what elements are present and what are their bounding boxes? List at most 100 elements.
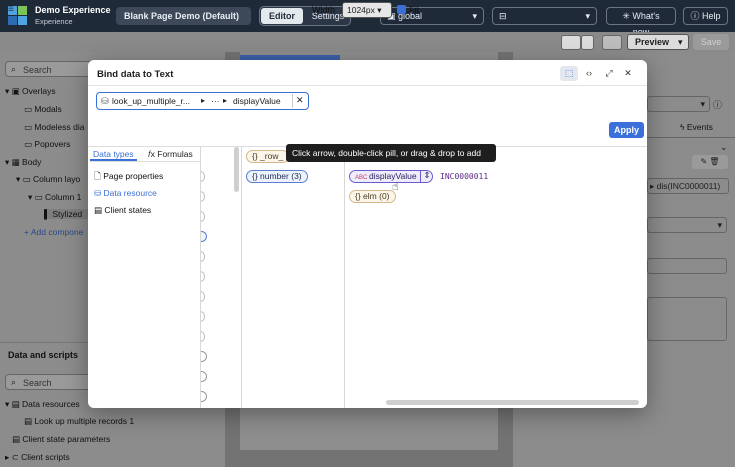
field-pill[interactable] [201,291,205,302]
field-pill[interactable] [201,391,207,402]
tree-item-body[interactable]: ▾ ▦ Body [5,157,41,168]
tree-item-popovers[interactable]: ▭ Popovers [24,139,70,150]
number-pill[interactable]: {} number (3) [246,170,308,183]
chevron-down-icon: ▾ [717,220,722,230]
pick-mode-icon[interactable]: ⬚ [560,66,578,81]
sparkle-icon: ✳ [622,11,633,21]
right-select-2[interactable]: ▾ [647,217,727,233]
clipped-field-column [201,147,233,408]
preview-label: Preview [635,37,670,47]
category-data-resource[interactable]: ⛁ Data resource [94,188,157,199]
tab-editor[interactable]: Editor [261,8,303,24]
delete-icon[interactable]: 🗑 [709,157,719,166]
tree-item-client-scripts[interactable]: ▸ ⊂ Client scripts [5,452,70,463]
chevron-right-icon: ▸ [201,96,206,105]
field-pill[interactable] [201,371,207,382]
right-textarea[interactable] [647,297,727,341]
display-value-pill[interactable]: ABC displayValue ⇕ [349,170,433,183]
app-subtitle: Experience [35,17,73,26]
field-pill[interactable] [201,171,205,182]
mode-switch: Editor Settings [259,6,351,26]
binding-field-pill[interactable]: displayValue [233,96,281,106]
expand-icon[interactable]: ⤢ [600,66,618,81]
tree-item-lookup[interactable]: ▤ Look up multiple records 1 [24,416,134,427]
tab-formulas[interactable]: 𝑓x Formulas [145,147,196,161]
elm-pill[interactable]: {} elm (0) [349,190,396,203]
context-select[interactable]: ⊟ ▾ [492,7,597,25]
binding-resource-pill[interactable]: look_up_multiple_r... [112,96,190,106]
help-label: Help [702,11,721,21]
menu-icon[interactable]: ≡ [8,4,14,15]
fit-checkbox[interactable] [397,5,406,14]
formula-icon: 𝑓x [148,149,158,159]
chevron-down-icon: ▾ [472,11,477,21]
tab-events[interactable]: ϟ Events [680,122,713,132]
row-pill[interactable]: {} _row_ [246,150,290,163]
object-icon: {} [252,151,261,161]
scope-select[interactable]: ▣ global ▾ [380,7,484,25]
category-client-states[interactable]: ▤ Client states [94,205,151,216]
help-button[interactable]: ⓘ Help [683,7,728,25]
field-pill[interactable] [201,331,205,342]
chevron-down-icon[interactable] [581,35,594,50]
tree-item-modals[interactable]: ▭ Modals [24,104,62,115]
tree-item-column-layout[interactable]: ▾ ▭ Column layo [16,174,80,185]
right-input[interactable] [647,258,727,274]
redo-icon[interactable] [602,35,622,50]
horizontal-scrollbar[interactable] [386,400,639,405]
chevron-down-icon: ▾ [700,99,705,109]
modal-header-actions: ⬚ ‹› ⤢ ✕ [560,66,640,82]
clear-icon[interactable]: ✕ [296,95,304,106]
tree-item-modeless[interactable]: ▭ Modeless dia [24,122,85,133]
field-pill[interactable] [201,251,205,262]
add-component-link[interactable]: + Add compone [24,227,83,237]
tree-item-stylized[interactable]: ▌ Stylized [44,209,92,219]
category-page-properties[interactable]: 🗋 Page properties [94,171,163,185]
chevron-down-icon[interactable]: ⌄ [720,142,728,153]
field-pill[interactable] [201,211,205,222]
tooltip: Click arrow, double-click pill, or drag … [286,144,496,162]
code-icon[interactable]: ‹› [580,66,598,81]
divider [88,85,647,86]
page-select[interactable]: Blank Page Demo (Default) ▾ [116,7,251,39]
divider [241,147,242,408]
tree-item-client-state[interactable]: ▤ Client state parameters [12,434,110,445]
field-pill[interactable] [201,311,205,322]
tree-item-overlays[interactable]: ▾ ▣ Overlays [5,86,56,97]
string-type-icon: ABC [355,175,370,181]
preview-button[interactable]: Preview ▾ [627,34,689,50]
object-icon: {} [355,191,364,201]
app-title: Demo Experience [35,5,111,15]
expand-arrow-icon[interactable]: ⇕ [420,170,433,183]
divider [292,94,293,108]
undo-icon[interactable] [561,35,581,50]
bound-value-field[interactable]: ▸ dis(INC0000011) [647,178,729,194]
width-select[interactable]: 1024px ▾ [342,2,392,18]
chevron-down-icon: ▾ [374,5,382,15]
binding-pill-bar[interactable]: ⛁ look_up_multiple_r... ▸ ··· ▸ displayV… [96,92,309,110]
whats-new-button[interactable]: ✳ What's new [606,7,676,37]
type-tabs: Data types 𝑓x Formulas [90,147,200,162]
edit-icon[interactable]: ✎ [700,157,707,166]
tree-item-data-resources[interactable]: ▾ ▤ Data resources [5,399,80,410]
field-pill-selected[interactable] [201,231,207,242]
close-icon[interactable]: ✕ [619,66,637,81]
field-pill[interactable] [201,191,205,202]
toolbar [0,32,735,52]
search-placeholder: Search [23,378,52,388]
divider [344,147,345,408]
object-icon: {} [252,171,261,181]
apply-button[interactable]: Apply [609,122,644,138]
chevron-right-icon: ▸ [223,96,228,105]
tree-item-column-1[interactable]: ▾ ▭ Column 1 [28,192,81,203]
pointer-cursor-icon: ☝ [392,181,399,193]
field-pill[interactable] [201,351,207,362]
database-icon: ⛁ [101,96,109,106]
page-select-label: Blank Page Demo (Default) [124,11,240,21]
right-select[interactable]: ▾ [647,96,710,112]
vertical-scrollbar[interactable] [234,147,239,192]
field-pill[interactable] [201,271,205,282]
binding-ellipsis[interactable]: ··· [211,96,220,106]
save-button[interactable]: Save [693,34,729,50]
tab-data-types[interactable]: Data types [90,147,137,161]
